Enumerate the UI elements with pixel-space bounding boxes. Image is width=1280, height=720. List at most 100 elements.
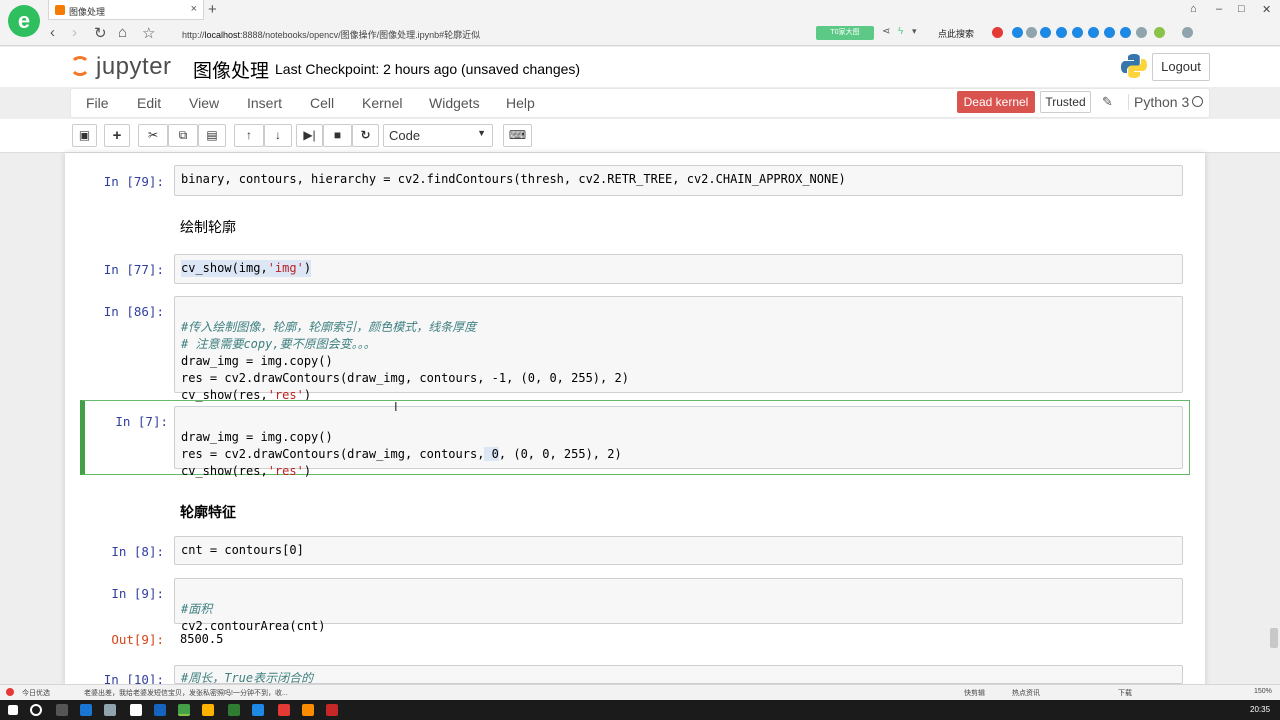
app2-icon[interactable]	[252, 704, 264, 716]
paste-button[interactable]: ▤	[198, 124, 226, 147]
forward-icon[interactable]: ›	[72, 24, 77, 41]
window-close-icon[interactable]: ✕	[1262, 3, 1271, 16]
cell-type-value: Code	[389, 128, 421, 143]
extension-badge[interactable]: T0家大图	[816, 26, 874, 40]
edge-icon[interactable]	[80, 704, 92, 716]
code-cell-input[interactable]: #传入绘制图像，轮廓，轮廓索引，颜色模式，线条厚度 # 注意需要copy,要不原图…	[174, 296, 1183, 402]
punct-icon[interactable]	[1026, 27, 1037, 38]
star-icon[interactable]: ☆	[142, 24, 155, 42]
cell-prompt: In [7]:	[115, 414, 168, 429]
sogou-icon[interactable]	[992, 27, 1003, 38]
code-cell-input[interactable]: cnt = contours[0]	[174, 536, 1183, 565]
taskbar-clock[interactable]: 20:35	[1250, 705, 1270, 714]
today-pick-label[interactable]: 今日优选	[22, 688, 50, 698]
paste-icon: ▤	[206, 128, 218, 142]
kernel-status-badge[interactable]: Dead kernel	[957, 91, 1035, 113]
terminal-icon[interactable]	[228, 704, 240, 716]
address-bar[interactable]: http://localhost:8888/notebooks/opencv/图…	[174, 24, 814, 42]
jupyter-logo[interactable]: jupyter	[70, 53, 172, 81]
hot-news-label[interactable]: 热点资讯	[1012, 688, 1040, 698]
window-maximize-icon[interactable]: □	[1238, 3, 1245, 15]
markdown-heading[interactable]: 轮廓特征	[180, 502, 236, 522]
keyboard-small-icon[interactable]	[1072, 27, 1083, 38]
menu-edit[interactable]: Edit	[137, 95, 161, 111]
back-icon[interactable]: ‹	[50, 24, 55, 41]
code-cell-input[interactable]: draw_img = img.copy() res = cv2.drawConto…	[174, 406, 1183, 478]
menu-file[interactable]: File	[86, 95, 109, 111]
search-label[interactable]: 点此搜索	[938, 27, 974, 40]
emoji-icon[interactable]	[1040, 27, 1051, 38]
code-token: cv_show(img,	[181, 261, 268, 275]
trusted-badge[interactable]: Trusted	[1040, 91, 1091, 113]
code-cell-input[interactable]: #面积 cv2.contourArea(cnt)	[174, 578, 1183, 633]
menu-cell[interactable]: Cell	[310, 95, 334, 111]
app3-icon[interactable]	[278, 704, 290, 716]
notebook-name[interactable]: 图像处理	[193, 56, 269, 83]
task-view-icon[interactable]	[56, 704, 68, 716]
stop-button[interactable]: ■	[323, 124, 352, 147]
browser-tab[interactable]: 图像处理 ×	[48, 0, 204, 20]
menu-widgets[interactable]: Widgets	[429, 95, 480, 111]
copy-button[interactable]: ⧉	[168, 124, 198, 147]
home-icon[interactable]: ⌂	[118, 24, 127, 41]
mail-icon[interactable]	[130, 704, 142, 716]
app-icon[interactable]	[154, 704, 166, 716]
cell-type-select[interactable]: Code ▼	[383, 124, 493, 147]
code-cell-input[interactable]: cv_show(img,'img')	[174, 254, 1183, 284]
lightning-icon[interactable]: ϟ	[898, 26, 903, 37]
restart-button[interactable]: ↻	[352, 124, 379, 147]
move-down-button[interactable]: ↓	[264, 124, 292, 147]
download-label[interactable]: 下载	[1118, 688, 1132, 698]
tab-close-icon[interactable]: ×	[191, 3, 197, 15]
code-comment: # 注意需要copy,要不原图会变。。。	[181, 337, 376, 351]
browser-logo[interactable]: e	[8, 5, 40, 37]
search-icon[interactable]	[1136, 27, 1147, 38]
green-ext-icon[interactable]	[1154, 27, 1165, 38]
menu-view[interactable]: View	[189, 95, 219, 111]
window-minimize-icon[interactable]: –	[1216, 3, 1222, 15]
move-up-button[interactable]: ↑	[234, 124, 264, 147]
cortana-icon[interactable]	[30, 704, 42, 716]
settings-small-icon[interactable]	[1120, 27, 1131, 38]
scrollbar-thumb[interactable]	[1270, 628, 1278, 648]
logout-button[interactable]: Logout	[1152, 53, 1210, 81]
markdown-heading[interactable]: 绘制轮廓	[180, 217, 236, 237]
browser-360-icon[interactable]	[178, 704, 190, 716]
news-ticker[interactable]: 老婆出差，我给老婆发短信宝贝，发张私密照吗!一分钟不到，收...	[84, 688, 288, 698]
run-button[interactable]: ▶|	[296, 124, 323, 147]
menu-kernel[interactable]: Kernel	[362, 95, 402, 111]
menu-help[interactable]: Help	[506, 95, 535, 111]
new-tab-button[interactable]: +	[208, 1, 217, 18]
skin-icon[interactable]	[1088, 27, 1099, 38]
refresh-icon[interactable]: ↻	[94, 24, 107, 42]
apps-icon[interactable]	[1182, 27, 1193, 38]
code-cell-input[interactable]: #周长，True表示闭合的	[174, 665, 1183, 684]
url-prefix: http://	[182, 30, 205, 40]
lang-icon[interactable]	[1012, 27, 1023, 38]
add-cell-icon: +	[112, 127, 122, 144]
dropdown-icon[interactable]: ▾	[912, 26, 917, 37]
string-token: 'res'	[267, 464, 304, 478]
tab-title: 图像处理	[69, 7, 106, 17]
app5-icon[interactable]	[326, 704, 338, 716]
cell-prompt: In [79]:	[103, 174, 164, 189]
add-cell-button[interactable]: +	[104, 124, 130, 147]
mic-icon[interactable]	[1056, 27, 1067, 38]
quick-clip-label[interactable]: 快剪辑	[964, 688, 985, 698]
edit-pencil-icon[interactable]: ✎	[1102, 94, 1113, 110]
code-cell-input[interactable]: binary, contours, hierarchy = cv2.findCo…	[174, 165, 1183, 196]
save-button[interactable]: ▣	[72, 124, 97, 147]
command-palette-button[interactable]: ⌨	[503, 124, 532, 147]
zoom-level[interactable]: 150%	[1254, 688, 1272, 695]
cut-button[interactable]: ✂	[138, 124, 168, 147]
share-icon[interactable]: ⋖	[882, 26, 890, 37]
folder-icon[interactable]	[202, 704, 214, 716]
start-icon[interactable]	[8, 705, 18, 715]
cut-icon: ✂	[147, 128, 159, 142]
restart-icon: ↻	[360, 128, 371, 142]
explorer-icon[interactable]	[104, 704, 116, 716]
menu-insert[interactable]: Insert	[247, 95, 282, 111]
window-pin-icon[interactable]: ⌂	[1190, 3, 1197, 15]
toolbox-icon[interactable]	[1104, 27, 1115, 38]
app4-icon[interactable]	[302, 704, 314, 716]
